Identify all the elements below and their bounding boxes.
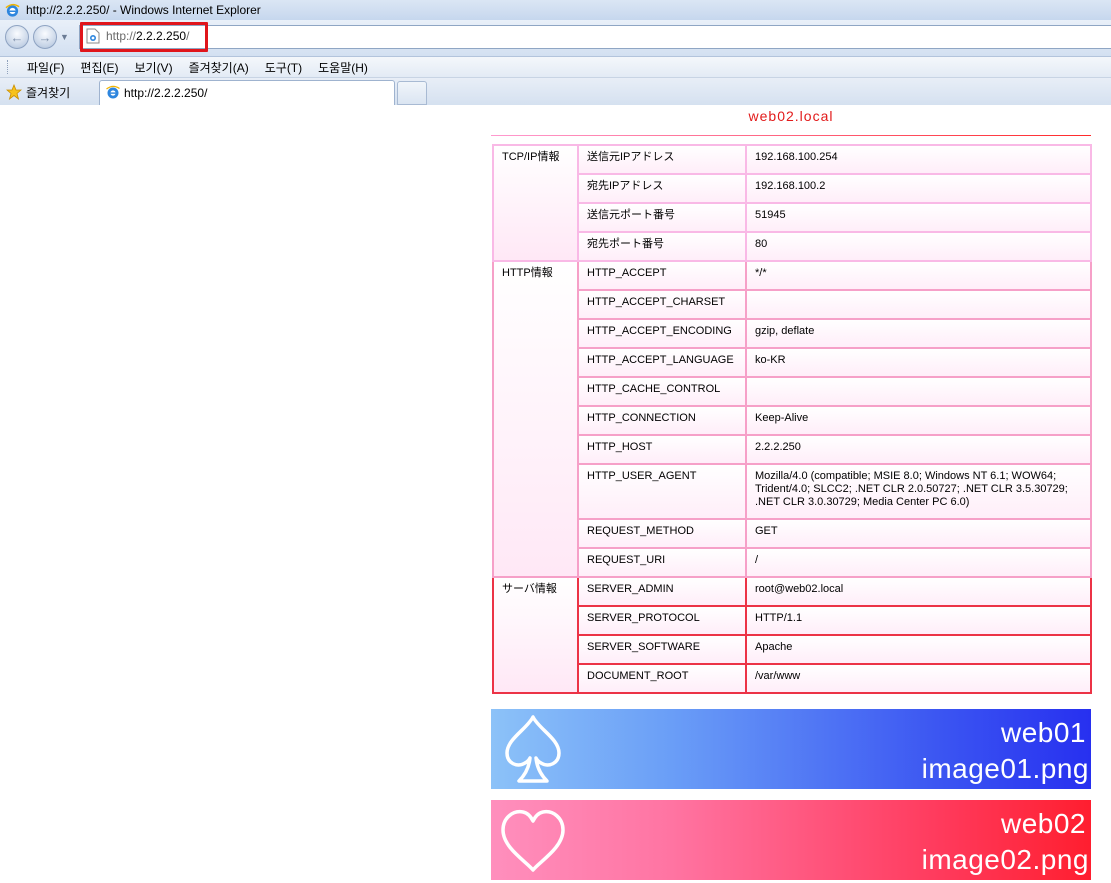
tab-bar: 즐겨찾기 http://2.2.2.250/ bbox=[0, 78, 1111, 105]
row-value: */* bbox=[745, 260, 1092, 291]
table-row: DOCUMENT_ROOT /var/www bbox=[493, 663, 1092, 694]
arrow-right-icon: → bbox=[38, 29, 52, 45]
menu-tools[interactable]: 도구(T) bbox=[257, 59, 310, 76]
banner-image-name: image02.png bbox=[921, 844, 1089, 875]
row-key: 宛先IPアドレス bbox=[577, 173, 747, 204]
table-row: SERVER_PROTOCOL HTTP/1.1 bbox=[493, 605, 1092, 636]
table-row: HTTP_ACCEPT_ENCODING gzip, deflate bbox=[493, 318, 1092, 349]
row-value: Keep-Alive bbox=[745, 405, 1092, 436]
table-row: HTTP_CACHE_CONTROL bbox=[493, 376, 1092, 407]
row-key: HTTP_ACCEPT_LANGUAGE bbox=[577, 347, 747, 378]
row-key: REQUEST_URI bbox=[577, 547, 747, 578]
recent-pages-dropdown-icon[interactable]: ▼ bbox=[60, 32, 69, 42]
address-highlight-box bbox=[80, 22, 208, 52]
banner-web01: web01 image01.png bbox=[491, 709, 1091, 789]
row-value: 192.168.100.254 bbox=[745, 144, 1092, 175]
title-divider bbox=[491, 135, 1091, 136]
window-title: http://2.2.2.250/ - Windows Internet Exp… bbox=[26, 3, 261, 17]
row-key: 送信元ポート番号 bbox=[577, 202, 747, 233]
menu-help[interactable]: 도움말(H) bbox=[310, 59, 376, 76]
row-value: 192.168.100.2 bbox=[745, 173, 1092, 204]
table-row: HTTP_CONNECTION Keep-Alive bbox=[493, 405, 1092, 436]
menu-bar: 파일(F) 편집(E) 보기(V) 즐겨찾기(A) 도구(T) 도움말(H) bbox=[0, 57, 1111, 78]
address-bar[interactable] bbox=[79, 25, 1111, 49]
banner-server-name: web01 bbox=[1000, 717, 1086, 748]
row-key: HTTP_ACCEPT_CHARSET bbox=[577, 289, 747, 320]
forward-button[interactable]: → bbox=[33, 25, 57, 49]
row-key: HTTP_CACHE_CONTROL bbox=[577, 376, 747, 407]
table-row: HTTP_ACCEPT_LANGUAGE ko-KR bbox=[493, 347, 1092, 378]
table-row: HTTP_USER_AGENT Mozilla/4.0 (compatible;… bbox=[493, 463, 1092, 520]
back-button[interactable]: ← bbox=[5, 25, 29, 49]
title-bar: http://2.2.2.250/ - Windows Internet Exp… bbox=[0, 0, 1111, 20]
row-value bbox=[745, 376, 1092, 407]
table-row: 宛先IPアドレス 192.168.100.2 bbox=[493, 173, 1092, 204]
menu-file[interactable]: 파일(F) bbox=[19, 59, 72, 76]
favorites-button[interactable]: 즐겨찾기 bbox=[5, 82, 71, 102]
new-tab-button[interactable] bbox=[397, 81, 427, 105]
row-key: REQUEST_METHOD bbox=[577, 518, 747, 549]
table-row: REQUEST_URI / bbox=[493, 547, 1092, 578]
star-icon bbox=[5, 83, 23, 101]
row-key: DOCUMENT_ROOT bbox=[577, 663, 747, 694]
row-key: HTTP_CONNECTION bbox=[577, 405, 747, 436]
row-value: HTTP/1.1 bbox=[745, 605, 1092, 636]
group-label-server: サーバ情報 bbox=[492, 576, 579, 694]
menu-favorites[interactable]: 즐겨찾기(A) bbox=[181, 59, 257, 76]
table-row: 送信元ポート番号 51945 bbox=[493, 202, 1092, 233]
row-key: SERVER_PROTOCOL bbox=[577, 605, 747, 636]
ie-logo-icon bbox=[5, 3, 20, 18]
row-key: 宛先ポート番号 bbox=[577, 231, 747, 262]
spade-icon bbox=[497, 713, 569, 787]
table-row: SERVER_SOFTWARE Apache bbox=[493, 634, 1092, 665]
row-key: SERVER_ADMIN bbox=[577, 576, 747, 607]
tab-label: http://2.2.2.250/ bbox=[124, 86, 208, 100]
row-value: Mozilla/4.0 (compatible; MSIE 8.0; Windo… bbox=[745, 463, 1092, 520]
row-value: /var/www bbox=[745, 663, 1092, 694]
table-row: HTTP_HOST 2.2.2.250 bbox=[493, 434, 1092, 465]
page-ie-icon bbox=[106, 85, 120, 101]
row-value bbox=[745, 289, 1092, 320]
row-key: HTTP_USER_AGENT bbox=[577, 463, 747, 520]
row-value: 2.2.2.250 bbox=[745, 434, 1092, 465]
table-row: 宛先ポート番号 80 bbox=[493, 231, 1092, 262]
row-key: SERVER_SOFTWARE bbox=[577, 634, 747, 665]
row-value: Apache bbox=[745, 634, 1092, 665]
menu-edit[interactable]: 편집(E) bbox=[72, 59, 126, 76]
table-row: TCP/IP情報 送信元IPアドレス 192.168.100.254 bbox=[492, 144, 1092, 262]
row-key: HTTP_ACCEPT_ENCODING bbox=[577, 318, 747, 349]
banner-image-name: image01.png bbox=[921, 753, 1089, 784]
row-value: 51945 bbox=[745, 202, 1092, 233]
row-key: HTTP_ACCEPT bbox=[577, 260, 747, 291]
row-key: 送信元IPアドレス bbox=[577, 144, 747, 175]
toolbar-grip bbox=[7, 60, 11, 74]
banner-server-name: web02 bbox=[1000, 808, 1086, 839]
arrow-left-icon: ← bbox=[10, 29, 24, 45]
row-key: HTTP_HOST bbox=[577, 434, 747, 465]
tab-active[interactable]: http://2.2.2.250/ bbox=[99, 80, 395, 105]
favorites-label: 즐겨찾기 bbox=[26, 85, 71, 100]
menu-view[interactable]: 보기(V) bbox=[126, 59, 180, 76]
row-value: 80 bbox=[745, 231, 1092, 262]
row-value: GET bbox=[745, 518, 1092, 549]
table-row: REQUEST_METHOD GET bbox=[493, 518, 1092, 549]
row-value: gzip, deflate bbox=[745, 318, 1092, 349]
table-row: HTTP情報 HTTP_ACCEPT */* bbox=[492, 260, 1092, 578]
table-row: HTTP_ACCEPT_CHARSET bbox=[493, 289, 1092, 320]
group-label-http: HTTP情報 bbox=[492, 260, 579, 578]
row-value: ko-KR bbox=[745, 347, 1092, 378]
page-title: web02.local bbox=[748, 108, 834, 124]
table-row: サーバ情報 SERVER_ADMIN root@web02.local bbox=[492, 576, 1092, 694]
banner-web02: web02 image02.png bbox=[491, 800, 1091, 880]
heart-icon bbox=[497, 804, 569, 878]
server-info-table: TCP/IP情報 送信元IPアドレス 192.168.100.254 宛先IPア… bbox=[492, 144, 1092, 694]
group-label-tcpip: TCP/IP情報 bbox=[492, 144, 579, 262]
row-value: root@web02.local bbox=[745, 576, 1092, 607]
row-value: / bbox=[745, 547, 1092, 578]
